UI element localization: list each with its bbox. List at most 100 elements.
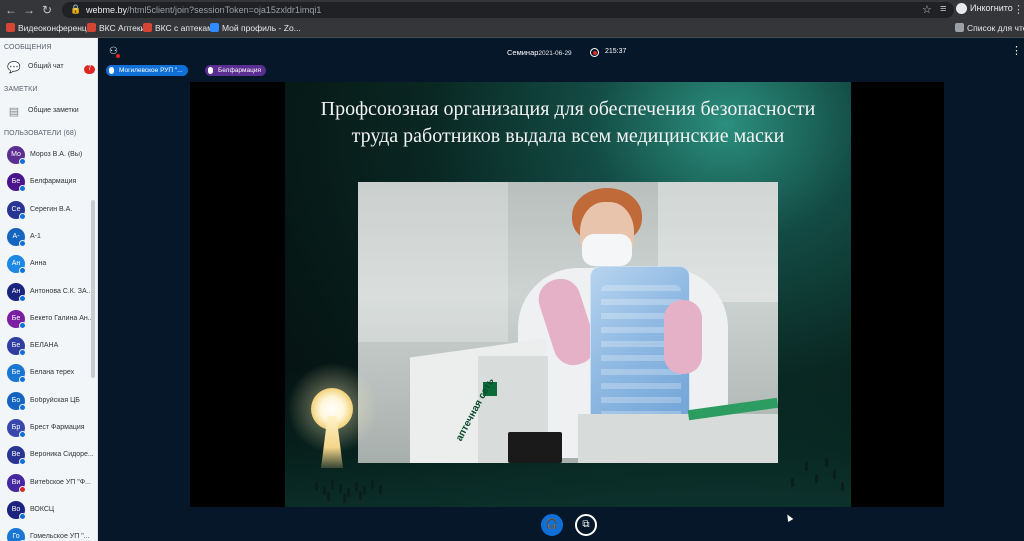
user-list-item[interactable]: Ан Антонова С.К. ЗА...: [6, 282, 94, 303]
talking-indicator: Белфармация: [205, 65, 266, 76]
media-icon[interactable]: ≡: [940, 3, 946, 15]
user-list-item[interactable]: Се Серегин В.А.: [6, 200, 94, 221]
crowd-figure: [379, 485, 382, 494]
crowd-figure: [833, 470, 836, 479]
bookmark-favicon-icon: [87, 23, 96, 32]
user-list-item[interactable]: Ви Витебское УП "Ф...: [6, 473, 94, 494]
presentation-frame: Профсоюзная организация для обеспечения …: [190, 82, 944, 523]
microphone-icon: [19, 267, 26, 275]
user-list-item[interactable]: Бе Белана терех: [6, 364, 94, 384]
bookmark-favicon-icon: [6, 23, 15, 32]
bookmark-item[interactable]: Видеоконференц...: [6, 23, 94, 33]
crowd-figure: [355, 482, 358, 491]
microphone-icon: [109, 67, 114, 74]
crowd-figure: [343, 494, 346, 503]
presentation-slide: Профсоюзная организация для обеспечения …: [285, 82, 851, 507]
user-name: Гомельское УП "...: [30, 533, 90, 541]
audio-button[interactable]: 🎧: [541, 514, 563, 536]
notes-icon: ▤: [8, 106, 20, 118]
screenshare-icon: ⧉: [582, 519, 590, 530]
sidebar-scrollbar[interactable]: [91, 200, 95, 378]
user-name: Брест Фармация: [30, 424, 85, 431]
crowd-figure: [791, 478, 794, 487]
bookmarks-bar: Видеоконференц... ВКС Аптеки ВКС с аптек…: [0, 20, 1024, 38]
crowd-figure: [359, 491, 362, 500]
user-list-item[interactable]: Бо Бобруйская ЦБ: [6, 391, 94, 412]
record-icon[interactable]: [590, 48, 599, 57]
user-list-item[interactable]: Ан Анна: [6, 255, 94, 275]
user-list-item[interactable]: Бе Бекето Галина Ан...: [6, 309, 94, 330]
microphone-icon: [19, 349, 26, 357]
browser-toolbar: ← → ↻ 🔒 webme.by/html5client/join?sessio…: [0, 0, 1024, 20]
avatar: Го: [7, 528, 25, 541]
user-list-item[interactable]: Бр Брест Фармация: [6, 419, 94, 439]
bookmark-favicon-icon: [143, 23, 152, 32]
crowd-figure: [371, 480, 374, 489]
mic-muted-icon: [19, 485, 26, 493]
presentation-menu-icon[interactable]: ⋮: [1020, 88, 1024, 99]
user-list-toggle-icon[interactable]: ⚇: [109, 46, 121, 58]
crowd-figure: [841, 482, 844, 491]
bookmark-item[interactable]: Мой профиль - Zo...: [210, 23, 301, 33]
microphone-icon: [19, 239, 26, 247]
bookmark-star-icon[interactable]: ☆: [922, 3, 932, 16]
user-name: Бобруйская ЦБ: [30, 396, 80, 404]
crowd-figure: [327, 492, 330, 501]
user-list-item[interactable]: Ве Вероника Сидоре...: [6, 446, 94, 466]
user-name: А-1: [30, 232, 41, 240]
profile-button[interactable]: Инкогнито: [956, 3, 1013, 15]
more-options-icon[interactable]: ⋮: [1011, 44, 1022, 57]
meeting-header: ⚇ Семинар2021-06-29 215:37 ⋮: [98, 38, 1024, 64]
pharmacist-mask: [582, 234, 632, 266]
public-chat-item[interactable]: 💬 Общий чат: [4, 60, 94, 76]
reload-icon[interactable]: ↻: [40, 3, 54, 17]
microphone-icon: [19, 321, 26, 329]
crowd-figure: [815, 474, 818, 483]
user-list-item[interactable]: Го Гомельское УП "...: [6, 528, 94, 541]
user-name: Антонова С.К. ЗА...: [30, 287, 93, 295]
user-name: Вероника Сидоре...: [30, 451, 94, 459]
microphone-icon: [19, 512, 26, 520]
incognito-icon: [956, 3, 967, 15]
user-name: Бекето Галина Ан...: [30, 314, 94, 322]
crowd-figure: [339, 484, 342, 493]
user-name: Белана терех: [30, 369, 75, 377]
shared-notes-item[interactable]: ▤ Общие заметки: [4, 104, 94, 120]
user-list-item[interactable]: Мо Мороз В.А. (Вы): [6, 146, 94, 166]
microphone-icon: [19, 376, 26, 384]
notes-heading: ЗАМЕТКИ: [4, 86, 38, 93]
forward-icon[interactable]: →: [22, 3, 36, 17]
user-list-item[interactable]: Бе БЕЛАНА: [6, 337, 94, 357]
headphones-icon: 🎧: [545, 519, 559, 530]
slide-photo: аптечная сеть: [358, 182, 778, 463]
counter: [578, 414, 778, 463]
messages-heading: СООБЩЕНИЯ: [4, 44, 52, 51]
talking-indicator: Могилевское РУП "...: [106, 65, 188, 76]
share-screen-button[interactable]: ⧉: [575, 514, 597, 536]
user-list-item[interactable]: А- А-1: [6, 227, 94, 248]
microphone-icon: [19, 431, 26, 438]
menu-dots-icon[interactable]: ⋮: [1013, 3, 1024, 16]
unread-badge: 7: [84, 65, 95, 74]
address-bar[interactable]: 🔒 webme.by/html5client/join?sessionToken…: [62, 2, 954, 18]
reading-list[interactable]: Список для чтения: [955, 23, 1024, 33]
user-name: Анна: [30, 260, 47, 268]
user-name: ВОКСЦ: [30, 505, 55, 513]
mouse-cursor: [784, 512, 794, 523]
reading-list-icon: [955, 23, 964, 32]
user-list-item[interactable]: Во ВОКСЦ: [6, 500, 94, 521]
back-icon[interactable]: ←: [4, 3, 18, 17]
user-name: Белфармация: [30, 178, 77, 186]
microphone-icon: [19, 185, 26, 193]
crowd-figure: [347, 488, 350, 497]
bookmark-favicon-icon: [210, 23, 219, 32]
bookmark-item[interactable]: ВКС Аптеки: [87, 23, 145, 33]
microphone-icon: [208, 67, 213, 74]
crowd-figure: [825, 458, 828, 467]
user-name: БЕЛАНА: [30, 342, 59, 350]
crowd-figure: [323, 486, 326, 495]
microphone-icon: [19, 403, 26, 411]
payment-terminal: [508, 432, 562, 463]
bookmark-item[interactable]: ВКС с аптеками: [143, 23, 218, 33]
user-list-item[interactable]: Бе Белфармация: [6, 173, 94, 193]
